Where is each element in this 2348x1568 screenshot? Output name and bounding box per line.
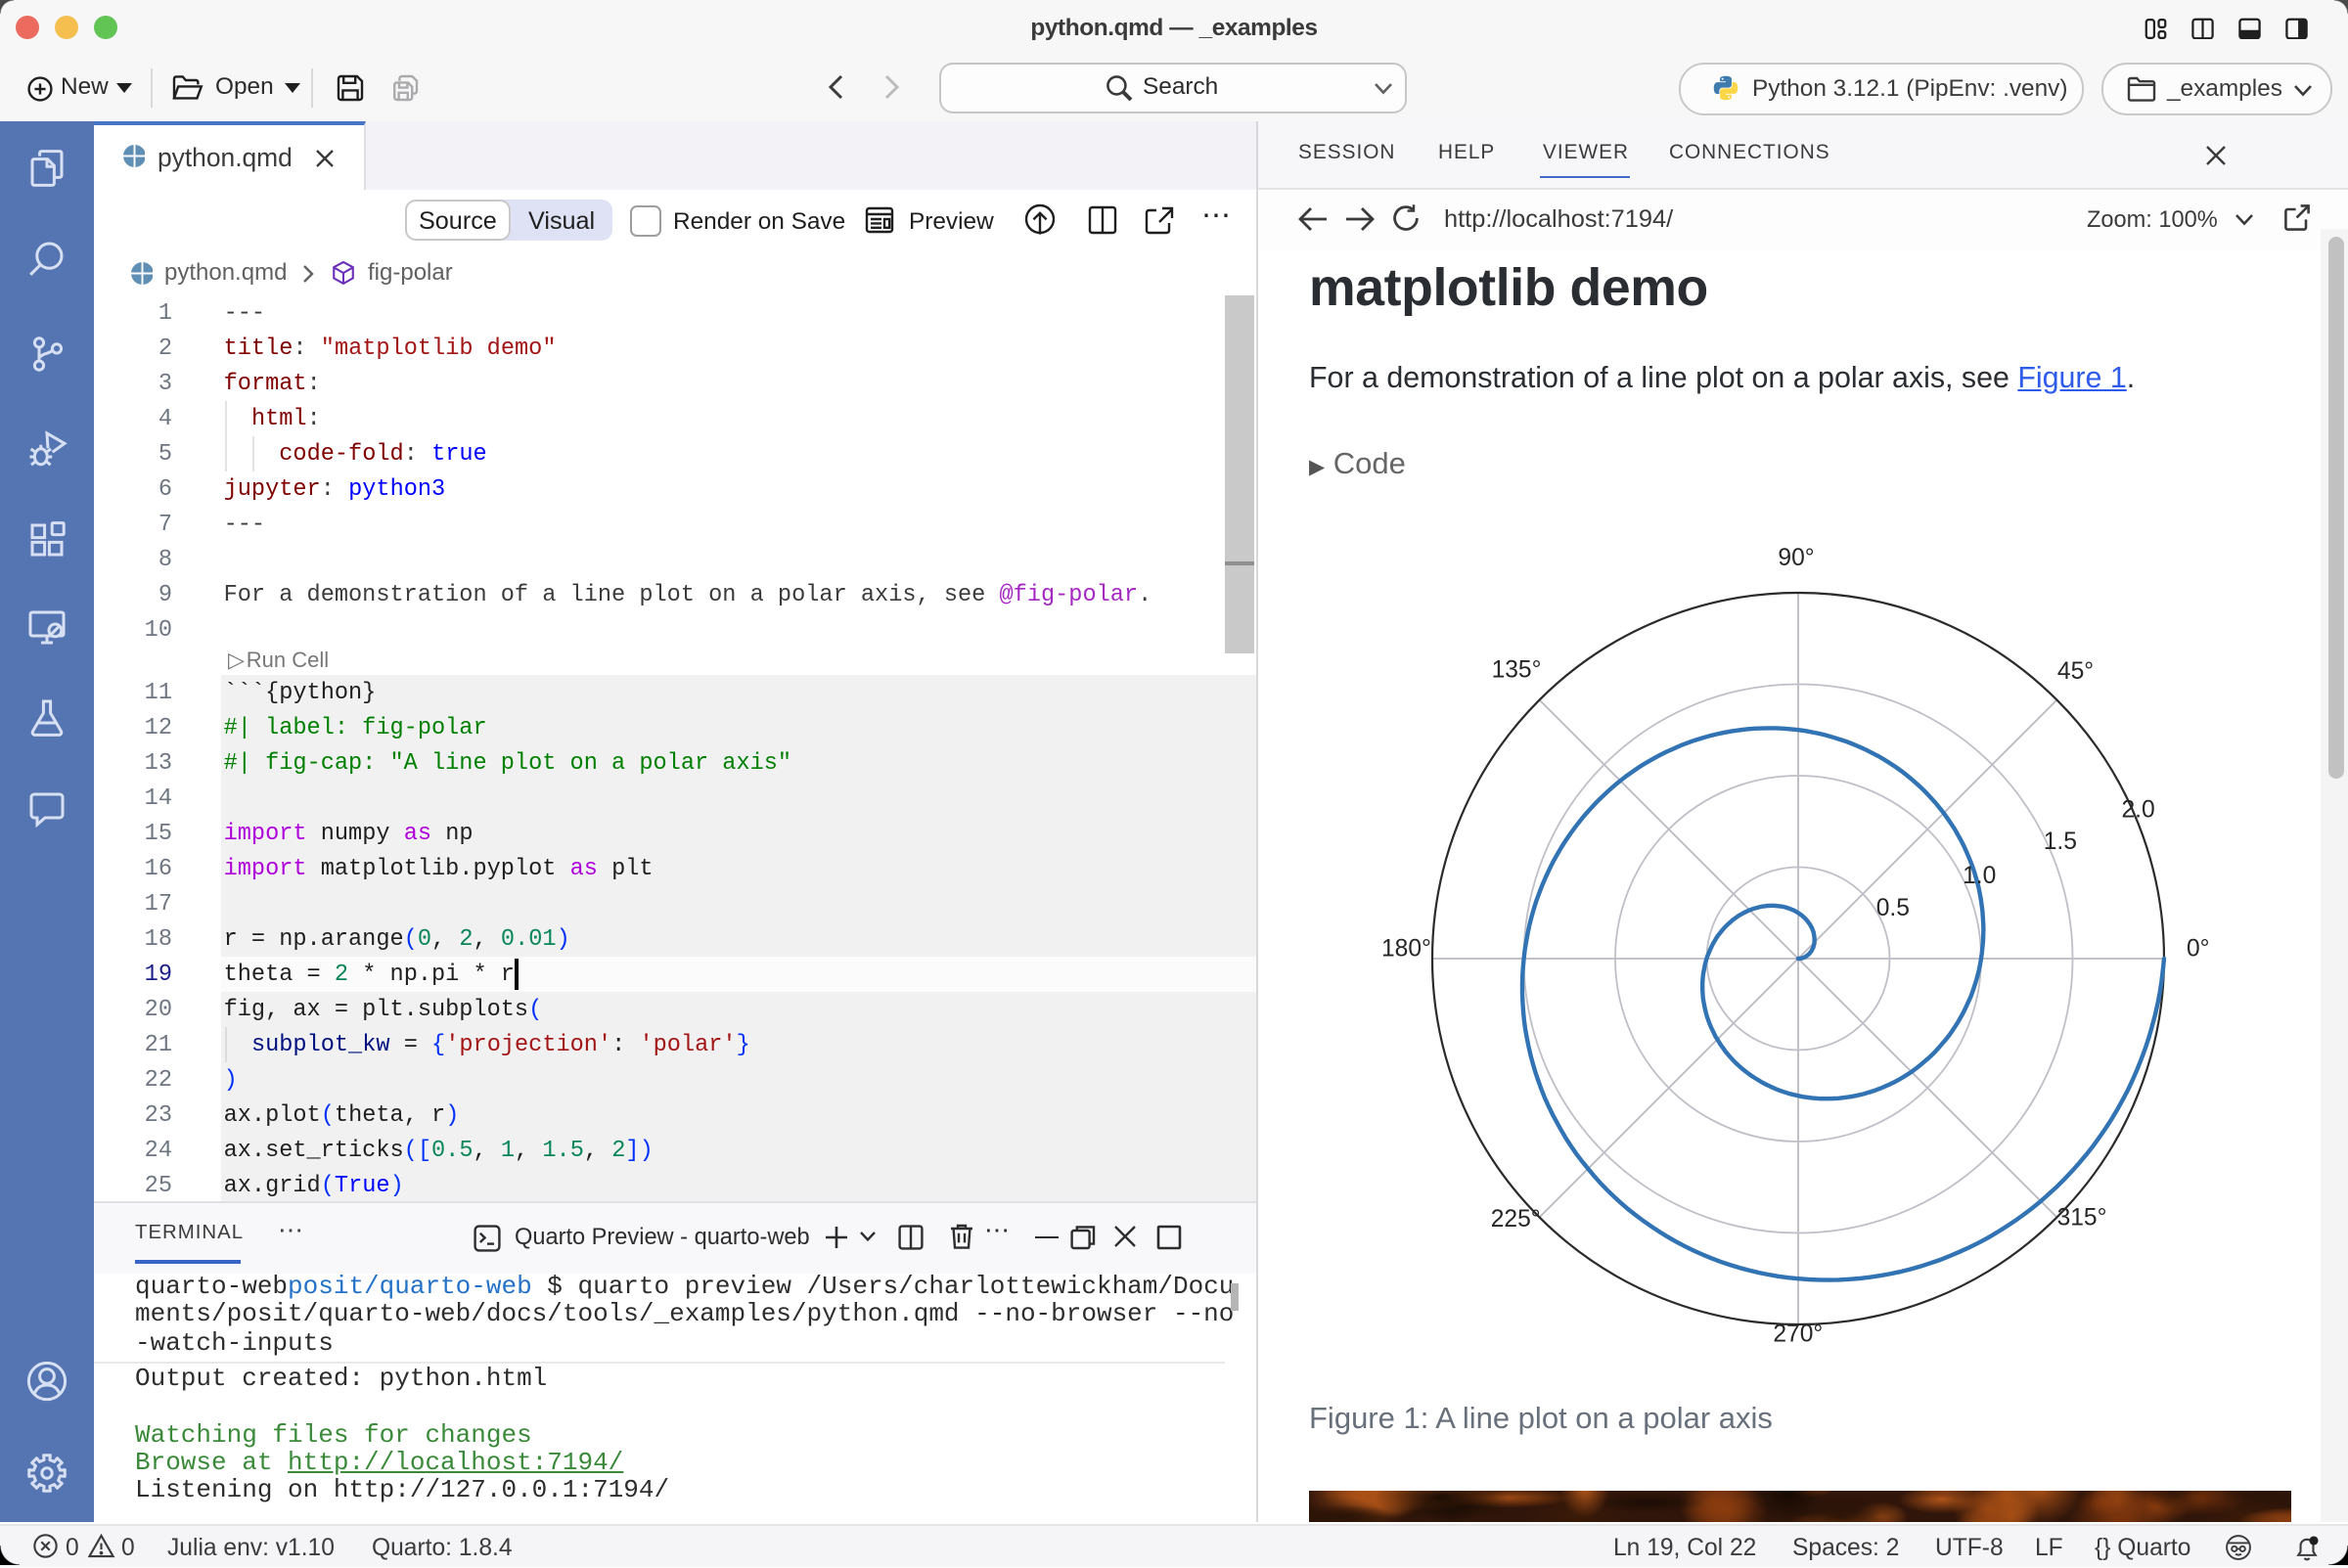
svg-text:0°: 0° [2187, 936, 2210, 963]
svg-text:315°: 315° [2057, 1205, 2107, 1232]
svg-text:45°: 45° [2057, 658, 2094, 685]
svg-text:270°: 270° [1773, 1322, 1823, 1348]
svg-text:0.5: 0.5 [1876, 895, 1910, 921]
svg-text:2.0: 2.0 [2121, 797, 2154, 824]
svg-text:1.0: 1.0 [1963, 863, 1996, 889]
svg-text:135°: 135° [1492, 657, 1542, 684]
svg-text:1.5: 1.5 [2044, 829, 2077, 855]
svg-text:90°: 90° [1778, 548, 1814, 571]
svg-text:180°: 180° [1381, 936, 1431, 963]
svg-text:225°: 225° [1491, 1206, 1541, 1232]
